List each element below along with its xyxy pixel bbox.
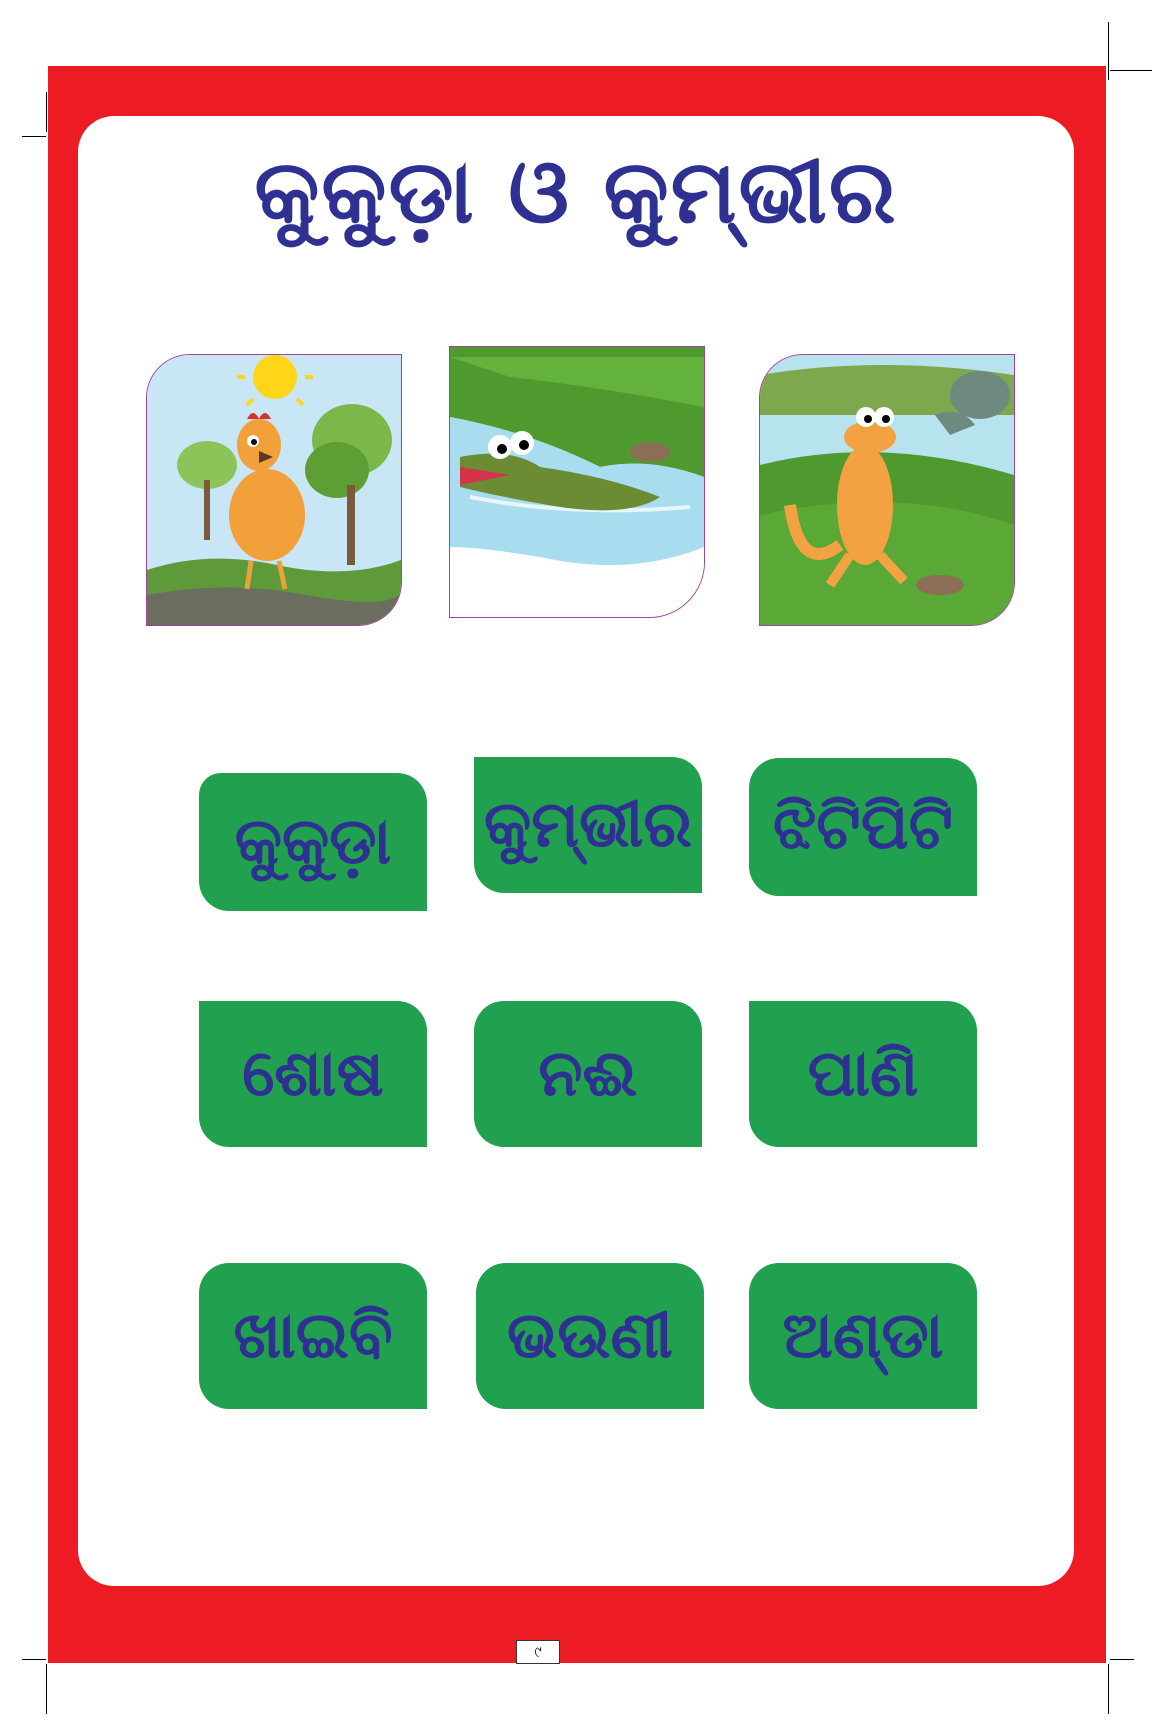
word-card-3: ଝିଟିପିଟି: [749, 758, 977, 896]
page-number: ୯: [516, 1640, 560, 1664]
word-card-8: ଭଉଣୀ: [476, 1263, 704, 1409]
crop-mark: [1110, 70, 1152, 71]
crop-mark: [1110, 1659, 1134, 1660]
crop-mark: [22, 1659, 46, 1660]
crop-mark: [1108, 1664, 1109, 1714]
hen-illustration: [146, 354, 402, 626]
crop-mark: [1108, 22, 1109, 80]
word-card-6: ପାଣି: [749, 1001, 977, 1147]
lizard-illustration: [759, 354, 1015, 626]
crop-mark: [46, 1664, 47, 1714]
word-card-1: କୁକୁଡ଼ା: [199, 773, 427, 911]
page-title: କୁକୁଡ଼ା ଓ କୁମ୍ଭୀର: [254, 140, 898, 243]
word-card-4: ଶୋଷ: [199, 1001, 427, 1147]
lizard-on-grass-icon: [760, 355, 1014, 625]
word-card-5: ନଈ: [474, 1001, 702, 1147]
hen-under-sun-icon: [147, 355, 401, 625]
word-card-9: ଅଣ୍ଡା: [749, 1263, 977, 1409]
crocodile-in-river-icon: [450, 347, 704, 617]
crop-mark: [46, 92, 47, 132]
crocodile-illustration: [449, 346, 705, 618]
word-card-7: ଖାଇବି: [199, 1263, 427, 1409]
word-card-2: କୁମ୍ଭୀର: [474, 757, 702, 893]
crop-mark: [22, 136, 46, 137]
